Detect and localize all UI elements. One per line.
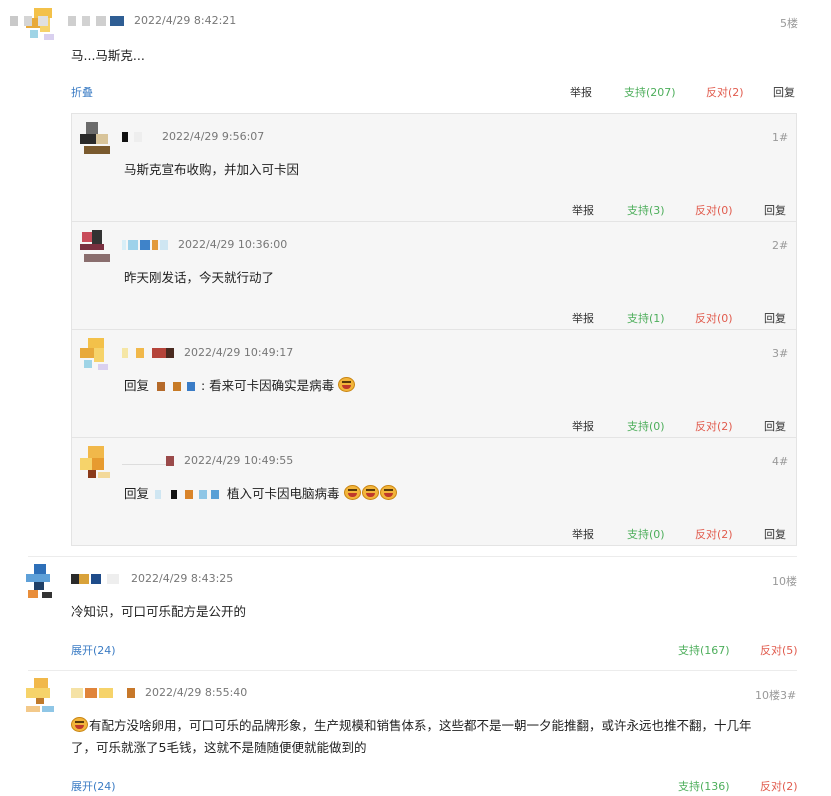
support-link[interactable]: 支持(3) [627, 202, 665, 218]
reply-time: 2022/4/29 10:49:17 [184, 346, 294, 359]
username-mosaic[interactable] [122, 240, 170, 250]
report-link[interactable]: 举报 [572, 202, 594, 218]
expand-link[interactable]: 展开(24) [71, 778, 116, 794]
floor-number: 5楼 [780, 17, 798, 30]
reply-text: 回复 植入可卡因电脑病毒 [124, 484, 398, 504]
oppose-link[interactable]: 反对(2) [760, 778, 798, 794]
reply-link[interactable]: 回复 [764, 526, 786, 542]
reply-body: : 看来可卡因确实是病毒 [201, 378, 335, 393]
username-mosaic[interactable] [122, 132, 154, 142]
laughing-emoji-icon [379, 485, 397, 500]
comment-time: 2022/4/29 8:43:25 [131, 572, 234, 585]
comment-floor-10: 2022/4/29 8:43:25 10楼 冷知识，可口可乐配方是公开的 展开(… [0, 556, 831, 670]
reply-time: 2022/4/29 9:56:07 [162, 130, 265, 143]
laughing-emoji-icon [343, 485, 361, 500]
reply-item: 2022/4/29 9:56:07 1# 马斯克宣布收购，并加入可卡因 举报 支… [72, 114, 796, 222]
reply-text: 回复 : 看来可卡因确实是病毒 [124, 376, 356, 396]
comment-time: 2022/4/29 8:55:40 [145, 686, 248, 699]
reply-meta: 2022/4/29 10:49:55 [122, 454, 293, 467]
user-avatar[interactable] [80, 446, 114, 480]
oppose-link[interactable]: 反对(2) [695, 526, 733, 542]
support-link[interactable]: 支持(136) [678, 778, 730, 794]
reply-meta: 2022/4/29 10:49:17 [122, 346, 293, 359]
reply-list: 2022/4/29 9:56:07 1# 马斯克宣布收购，并加入可卡因 举报 支… [71, 113, 797, 546]
comment-meta: 2022/4/29 8:43:25 [71, 572, 233, 585]
reply-item: 2022/4/29 10:49:55 4# 回复 植入可卡因电脑病毒 举报 支持… [72, 438, 796, 546]
oppose-link[interactable]: 反对(5) [760, 642, 798, 658]
reply-item: 2022/4/29 10:36:00 2# 昨天刚发话，今天就行动了 举报 支持… [72, 222, 796, 330]
support-link[interactable]: 支持(207) [624, 84, 676, 100]
oppose-link[interactable]: 反对(0) [695, 202, 733, 218]
comment-meta: 2022/4/29 8:55:40 [71, 686, 247, 699]
oppose-link[interactable]: 反对(0) [695, 310, 733, 326]
reply-text: 马斯克宣布收购，并加入可卡因 [124, 162, 300, 177]
oppose-link[interactable]: 反对(2) [706, 84, 744, 100]
support-link[interactable]: 支持(167) [678, 642, 730, 658]
reply-link[interactable]: 回复 [764, 202, 786, 218]
report-link[interactable]: 举报 [572, 526, 594, 542]
comment-meta: 2022/4/29 8:42:21 [10, 14, 236, 27]
comment-text-continued: 了，可乐就涨了5毛钱，这就不是随随便便就能做到的 [71, 740, 367, 755]
report-link[interactable]: 举报 [570, 84, 592, 100]
floor-number: 10楼 [772, 575, 797, 588]
report-link[interactable]: 举报 [572, 418, 594, 434]
username-mosaic[interactable] [122, 456, 176, 466]
laughing-emoji-icon [361, 485, 379, 500]
comment-text: 有配方没啥卵用，可口可乐的品牌形象，生产规模和销售体系，这些都不是一朝一夕能推翻… [71, 716, 801, 736]
username-mosaic[interactable] [71, 688, 137, 698]
reply-prefix: 回复 [124, 486, 150, 501]
reply-floor: 1# [772, 131, 789, 144]
fold-link[interactable]: 折叠 [71, 84, 93, 100]
reply-link[interactable]: 回复 [773, 84, 795, 100]
laughing-emoji-icon [71, 717, 88, 732]
user-avatar[interactable] [26, 678, 60, 712]
reply-item: 2022/4/29 10:49:17 3# 回复 : 看来可卡因确实是病毒 举报… [72, 330, 796, 438]
reply-meta: 2022/4/29 10:36:00 [122, 238, 287, 251]
comment-text: 冷知识，可口可乐配方是公开的 [71, 604, 247, 619]
report-link[interactable]: 举报 [572, 310, 594, 326]
comment-text: 马...马斯克... [71, 48, 145, 63]
user-avatar[interactable] [80, 122, 114, 156]
mentioned-user-mosaic[interactable] [155, 382, 199, 391]
comment-floor-5: 2022/4/29 8:42:21 5楼 马...马斯克... 折叠 举报 支持… [0, 0, 831, 560]
support-link[interactable]: 支持(1) [627, 310, 665, 326]
user-avatar[interactable] [80, 338, 114, 372]
support-link[interactable]: 支持(0) [627, 526, 665, 542]
laughing-emoji-icon [338, 377, 356, 392]
reply-prefix: 回复 [124, 378, 150, 393]
mentioned-user-mosaic[interactable] [155, 490, 225, 499]
comment-floor-10-3: 2022/4/29 8:55:40 10楼3# 有配方没啥卵用，可口可乐的品牌形… [0, 670, 831, 796]
reply-text: 昨天刚发话，今天就行动了 [124, 270, 275, 285]
expand-link[interactable]: 展开(24) [71, 642, 116, 658]
reply-time: 2022/4/29 10:36:00 [178, 238, 288, 251]
oppose-link[interactable]: 反对(2) [695, 418, 733, 434]
floor-number: 10楼3# [755, 689, 797, 702]
username-mosaic[interactable] [10, 16, 126, 26]
reply-time: 2022/4/29 10:49:55 [184, 454, 294, 467]
username-mosaic[interactable] [122, 348, 176, 358]
reply-link[interactable]: 回复 [764, 418, 786, 434]
reply-floor: 3# [772, 347, 789, 360]
comment-time: 2022/4/29 8:42:21 [134, 14, 237, 27]
user-avatar[interactable] [80, 230, 114, 264]
reply-floor: 4# [772, 455, 789, 468]
reply-link[interactable]: 回复 [764, 310, 786, 326]
user-avatar[interactable] [26, 564, 60, 598]
reply-floor: 2# [772, 239, 789, 252]
support-link[interactable]: 支持(0) [627, 418, 665, 434]
reply-body: 植入可卡因电脑病毒 [227, 486, 340, 501]
comment-text-line1: 有配方没啥卵用，可口可乐的品牌形象，生产规模和销售体系，这些都不是一朝一夕能推翻… [89, 718, 752, 733]
username-mosaic[interactable] [71, 574, 123, 584]
reply-meta: 2022/4/29 9:56:07 [122, 130, 264, 143]
